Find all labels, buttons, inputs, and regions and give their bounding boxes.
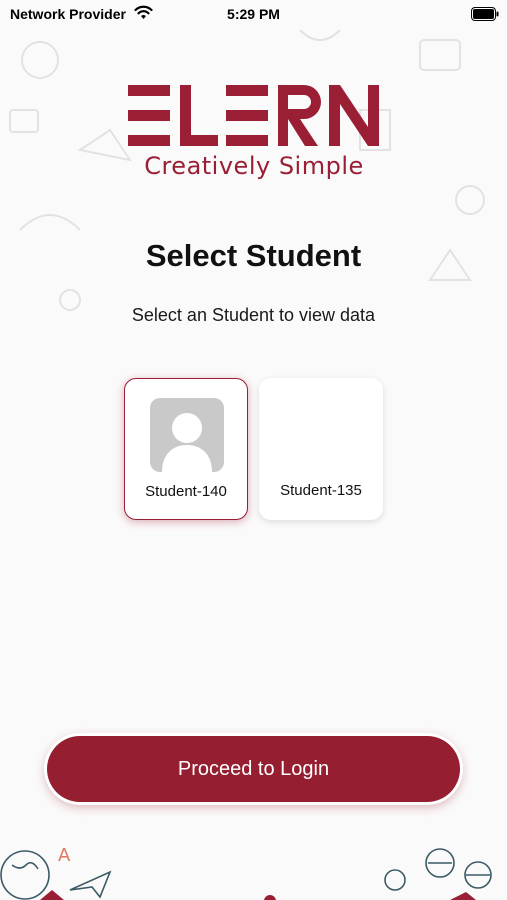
bottom-doodles: A bbox=[0, 845, 492, 900]
elern-wordmark bbox=[128, 85, 379, 146]
avatar bbox=[150, 398, 224, 472]
brand-tagline: Creatively Simple bbox=[144, 152, 364, 180]
student-name: Student-140 bbox=[145, 483, 227, 500]
page-title: Select Student bbox=[145, 238, 362, 273]
student-name: Student-135 bbox=[280, 482, 362, 499]
status-time: 5:29 PM bbox=[227, 6, 280, 22]
brand-logo: Creatively Simple bbox=[126, 82, 382, 182]
person-placeholder-icon bbox=[162, 413, 212, 472]
battery-icon bbox=[471, 7, 499, 21]
student-card-140[interactable]: Student-140 bbox=[124, 378, 248, 520]
student-card-135[interactable]: Student-135 bbox=[259, 378, 383, 520]
page-subtitle: Select an Student to view data bbox=[131, 305, 376, 325]
svg-text:A: A bbox=[58, 845, 71, 866]
status-bar: Network Provider 5:29 PM bbox=[0, 0, 507, 28]
proceed-to-login-button[interactable]: Proceed to Login bbox=[47, 736, 460, 802]
